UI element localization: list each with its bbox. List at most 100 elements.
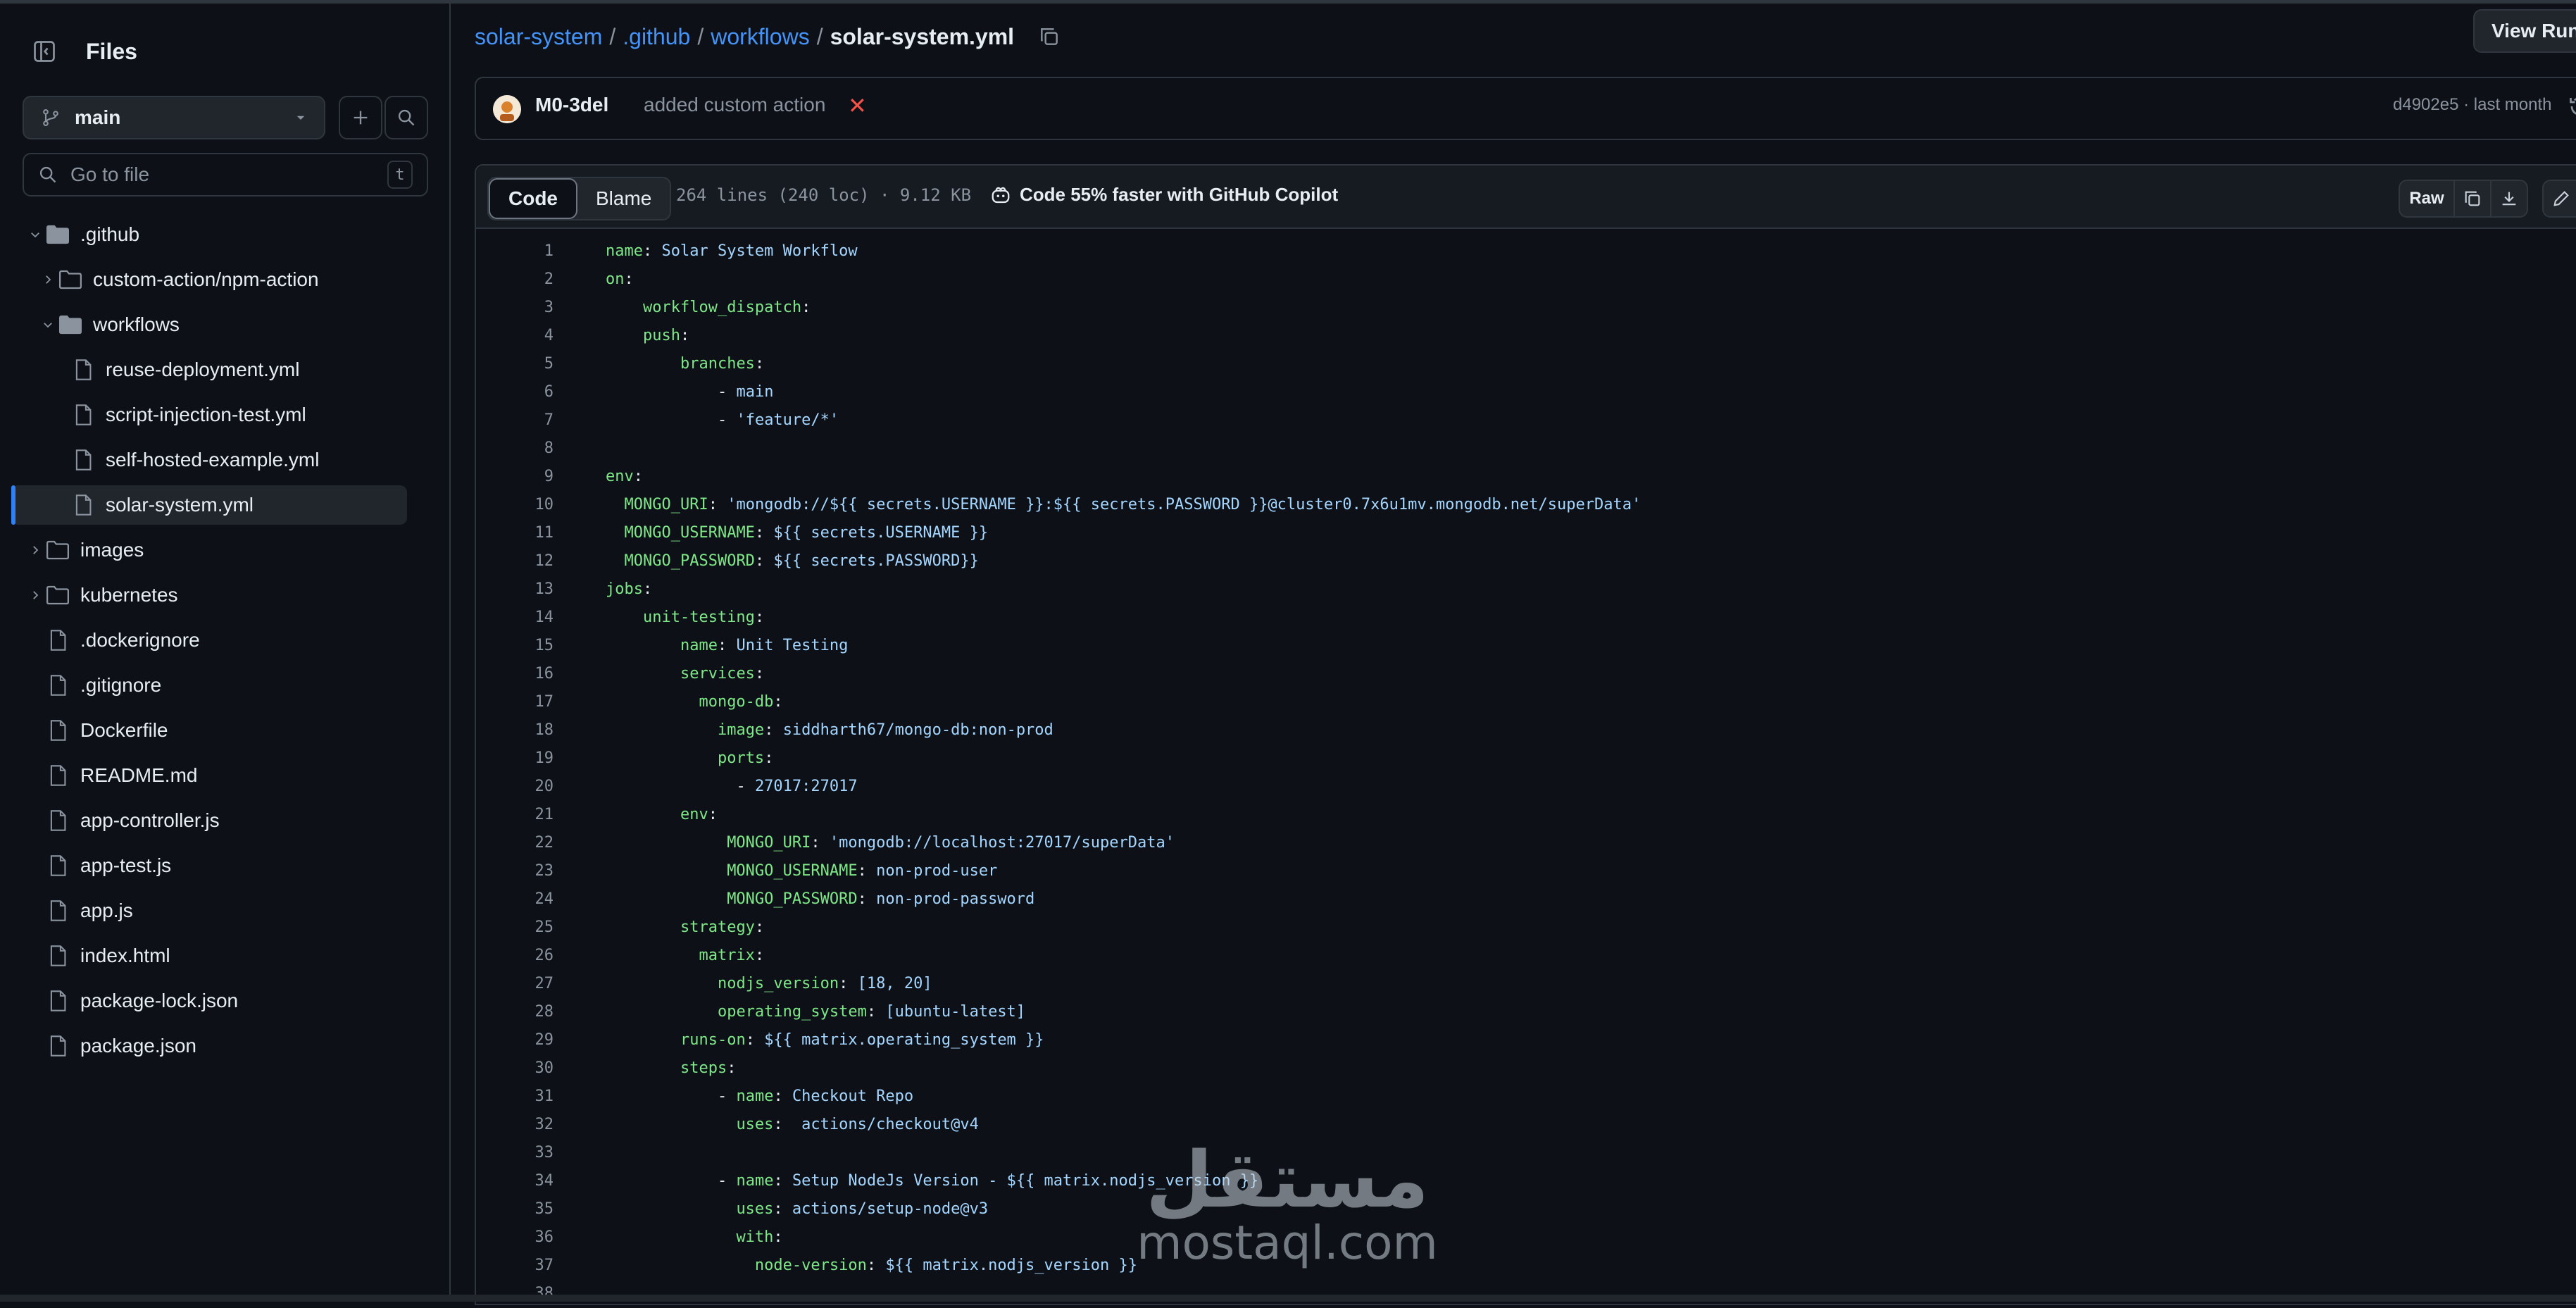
line-number[interactable]: 34 [476, 1167, 554, 1195]
line-number[interactable]: 1 [476, 237, 554, 266]
line-number[interactable]: 35 [476, 1195, 554, 1223]
line-number[interactable]: 6 [476, 378, 554, 406]
line-number[interactable]: 17 [476, 688, 554, 716]
line-number[interactable]: 38 [476, 1280, 554, 1308]
line-number[interactable]: 14 [476, 604, 554, 632]
tree-item-label: .dockerignore [80, 629, 200, 651]
line-number[interactable]: 27 [476, 970, 554, 998]
add-file-button[interactable] [339, 96, 382, 139]
tree-file-item[interactable]: self-hosted-example.yml [11, 440, 407, 480]
breadcrumb-github-link[interactable]: .github [623, 24, 690, 50]
search-files-button[interactable] [384, 96, 428, 139]
commit-status-failed-icon[interactable]: ✕ [848, 92, 867, 119]
line-number[interactable]: 29 [476, 1026, 554, 1054]
avatar-image-icon [493, 95, 521, 123]
download-button[interactable] [2490, 180, 2528, 218]
line-number[interactable]: 9 [476, 463, 554, 491]
tree-file-item[interactable]: index.html [11, 936, 407, 976]
breadcrumb-separator: / [816, 23, 823, 49]
line-number[interactable]: 24 [476, 885, 554, 914]
tree-folder-item[interactable]: kubernetes [11, 575, 407, 615]
line-number[interactable]: 2 [476, 266, 554, 294]
tree-file-item[interactable]: reuse-deployment.yml [11, 350, 407, 390]
line-number[interactable]: 28 [476, 998, 554, 1026]
line-number[interactable]: 32 [476, 1111, 554, 1139]
history-button[interactable] [2568, 94, 2576, 123]
tree-folder-item[interactable]: custom-action/npm-action [11, 260, 407, 299]
line-number[interactable]: 20 [476, 773, 554, 801]
copy-path-button[interactable] [1038, 25, 1061, 48]
yaml-key: MONGO_URI [727, 834, 811, 852]
yaml-key: with [736, 1228, 774, 1246]
yaml-separator: : [801, 299, 811, 316]
line-number[interactable]: 5 [476, 350, 554, 378]
chevron-right-icon[interactable] [25, 544, 45, 556]
edit-button[interactable] [2542, 180, 2576, 218]
line-number[interactable]: 7 [476, 406, 554, 435]
chevron-right-icon[interactable] [25, 589, 45, 602]
chevron-down-icon[interactable] [38, 318, 58, 331]
tree-file-item[interactable]: package.json [11, 1026, 407, 1066]
tree-file-item[interactable]: package-lock.json [11, 981, 407, 1021]
tree-folder-item[interactable]: .github [11, 215, 407, 254]
search-icon [398, 109, 415, 126]
tree-folder-item[interactable]: workflows [11, 305, 407, 344]
code-tab[interactable]: Code [489, 178, 577, 219]
commit-message-link[interactable]: added custom action [644, 94, 825, 116]
line-number[interactable]: 18 [476, 716, 554, 745]
line-number[interactable]: 15 [476, 632, 554, 660]
line-number[interactable]: 31 [476, 1083, 554, 1111]
tree-file-item[interactable]: .dockerignore [11, 621, 407, 660]
breadcrumb-repo-link[interactable]: solar-system [475, 24, 602, 50]
line-number[interactable]: 22 [476, 829, 554, 857]
view-runs-button[interactable]: View Runs [2473, 9, 2576, 53]
line-number[interactable]: 3 [476, 294, 554, 322]
tree-file-item[interactable]: app.js [11, 891, 407, 930]
chevron-right-icon[interactable] [38, 273, 58, 286]
copilot-promo-link[interactable]: Code 55% faster with GitHub Copilot [990, 184, 1338, 206]
tree-file-item[interactable]: Dockerfile [11, 711, 407, 750]
line-number[interactable]: 37 [476, 1252, 554, 1280]
line-number[interactable]: 26 [476, 942, 554, 970]
line-number[interactable]: 25 [476, 914, 554, 942]
branch-selector-button[interactable]: main [23, 96, 325, 139]
line-number[interactable]: 8 [476, 435, 554, 463]
line-number[interactable]: 19 [476, 745, 554, 773]
go-to-file-input[interactable]: Go to file t [23, 153, 428, 197]
tree-file-item[interactable]: app-test.js [11, 846, 407, 885]
yaml-key: matrix [699, 947, 755, 964]
line-number[interactable]: 13 [476, 575, 554, 604]
line-number[interactable]: 4 [476, 322, 554, 350]
raw-button[interactable]: Raw [2399, 180, 2455, 218]
line-number[interactable]: 36 [476, 1223, 554, 1252]
blame-tab[interactable]: Blame [577, 178, 670, 219]
file-icon [45, 945, 70, 967]
file-icon [45, 719, 70, 742]
tree-file-item[interactable]: script-injection-test.yml [11, 395, 407, 435]
line-number[interactable]: 30 [476, 1054, 554, 1083]
collapse-sidebar-button[interactable] [23, 30, 66, 73]
line-number[interactable]: 11 [476, 519, 554, 547]
tree-file-item[interactable]: .gitignore [11, 666, 407, 705]
copy-raw-button[interactable] [2453, 180, 2491, 218]
line-number[interactable]: 16 [476, 660, 554, 688]
watermark-url: mostaql.com [1137, 1216, 1438, 1270]
line-number[interactable]: 10 [476, 491, 554, 519]
tree-file-item[interactable]: solar-system.yml [11, 485, 407, 525]
chevron-down-icon[interactable] [25, 228, 45, 241]
line-number[interactable]: 23 [476, 857, 554, 885]
avatar[interactable] [493, 95, 521, 123]
tree-folder-item[interactable]: images [11, 530, 407, 570]
breadcrumb-workflows-link[interactable]: workflows [711, 24, 809, 50]
line-content: push: [606, 322, 689, 350]
line-number[interactable]: 33 [476, 1139, 554, 1167]
tree-file-item[interactable]: app-controller.js [11, 801, 407, 840]
line-number[interactable]: 21 [476, 801, 554, 829]
commit-hash-and-time[interactable]: d4902e5 · last month [2393, 95, 2551, 115]
tree-file-item[interactable]: README.md [11, 756, 407, 795]
commit-author-link[interactable]: M0-3del [535, 94, 608, 116]
line-number[interactable]: 12 [476, 547, 554, 575]
